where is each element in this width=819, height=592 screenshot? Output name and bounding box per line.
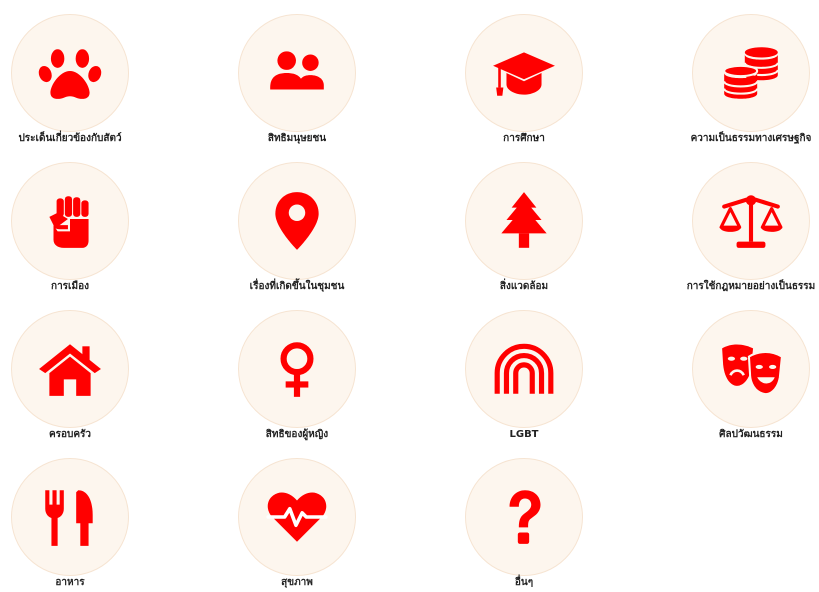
category-circle	[692, 162, 810, 280]
balance-scale-icon	[719, 195, 783, 248]
category-tile-lgbt[interactable]: LGBT	[434, 296, 614, 444]
venus-icon	[280, 342, 314, 397]
category-tile-politics[interactable]: การเมือง	[0, 148, 160, 296]
category-circle	[692, 310, 810, 428]
category-label: เรื่องที่เกิดขึ้นในชุมชน	[249, 281, 345, 292]
category-tile-human-rights[interactable]: สิทธิมนุษยชน	[207, 0, 387, 148]
category-circle	[465, 162, 583, 280]
category-label: สิ่งแวดล้อม	[499, 281, 549, 292]
category-circle	[465, 14, 583, 132]
category-circle	[238, 458, 356, 576]
heartbeat-icon	[266, 492, 328, 542]
category-tile-other[interactable]: อื่นๆ	[434, 444, 614, 592]
tree-icon	[501, 192, 547, 248]
category-tile-education[interactable]: การศึกษา	[434, 0, 614, 148]
category-circle	[465, 310, 583, 428]
category-label: การศึกษา	[503, 133, 545, 144]
category-label: ครอบครัว	[48, 429, 92, 440]
category-label: อาหาร	[55, 577, 85, 588]
question-icon	[509, 490, 541, 544]
fist-icon	[49, 196, 89, 248]
users-icon	[270, 51, 324, 90]
category-label: ศิลปวัฒนธรรม	[719, 429, 783, 440]
category-label: LGBT	[509, 429, 539, 440]
paw-icon	[38, 49, 102, 99]
coins-icon	[723, 47, 779, 99]
category-label: การเมือง	[51, 281, 89, 292]
category-tile-health[interactable]: สุขภาพ	[207, 444, 387, 592]
category-circle	[11, 162, 129, 280]
rainbow-icon	[494, 343, 554, 394]
home-icon	[39, 344, 101, 396]
category-tile-arts-culture[interactable]: ศิลปวัฒนธรรม	[661, 296, 819, 444]
category-label: สุขภาพ	[281, 577, 313, 588]
category-circle	[238, 14, 356, 132]
category-tile-family[interactable]: ครอบครัว	[0, 296, 160, 444]
category-tile-community[interactable]: เรื่องที่เกิดขึ้นในชุมชน	[207, 148, 387, 296]
category-tile-womens-rights[interactable]: สิทธิของผู้หญิง	[207, 296, 387, 444]
category-label: สิทธิมนุษยชน	[267, 133, 327, 144]
category-circle	[11, 458, 129, 576]
category-tile-animals[interactable]: ประเด็นเกี่ยวข้องกับสัตว์	[0, 0, 160, 148]
category-label: ความเป็นธรรมทางเศรษฐกิจ	[690, 133, 812, 144]
map-marker-icon	[275, 192, 319, 250]
category-circle	[465, 458, 583, 576]
category-circle	[11, 310, 129, 428]
category-label: สิทธิของผู้หญิง	[265, 429, 329, 440]
category-circle	[238, 162, 356, 280]
category-tile-justice[interactable]: การใช้กฎหมายอย่างเป็นธรรม	[661, 148, 819, 296]
category-label: ประเด็นเกี่ยวข้องกับสัตว์	[18, 133, 122, 144]
category-circle	[692, 14, 810, 132]
category-circle	[11, 14, 129, 132]
category-tile-food[interactable]: อาหาร	[0, 444, 160, 592]
category-label: อื่นๆ	[514, 577, 534, 588]
theater-masks-icon	[722, 344, 784, 396]
category-grid: ประเด็นเกี่ยวข้องกับสัตว์ สิทธิมนุษยชน ก…	[0, 0, 819, 589]
graduation-cap-icon	[493, 52, 555, 96]
category-tile-environment[interactable]: สิ่งแวดล้อม	[434, 148, 614, 296]
category-label: การใช้กฎหมายอย่างเป็นธรรม	[686, 281, 816, 292]
category-circle	[238, 310, 356, 428]
category-tile-economic-justice[interactable]: ความเป็นธรรมทางเศรษฐกิจ	[661, 0, 819, 148]
utensils-icon	[45, 490, 93, 546]
